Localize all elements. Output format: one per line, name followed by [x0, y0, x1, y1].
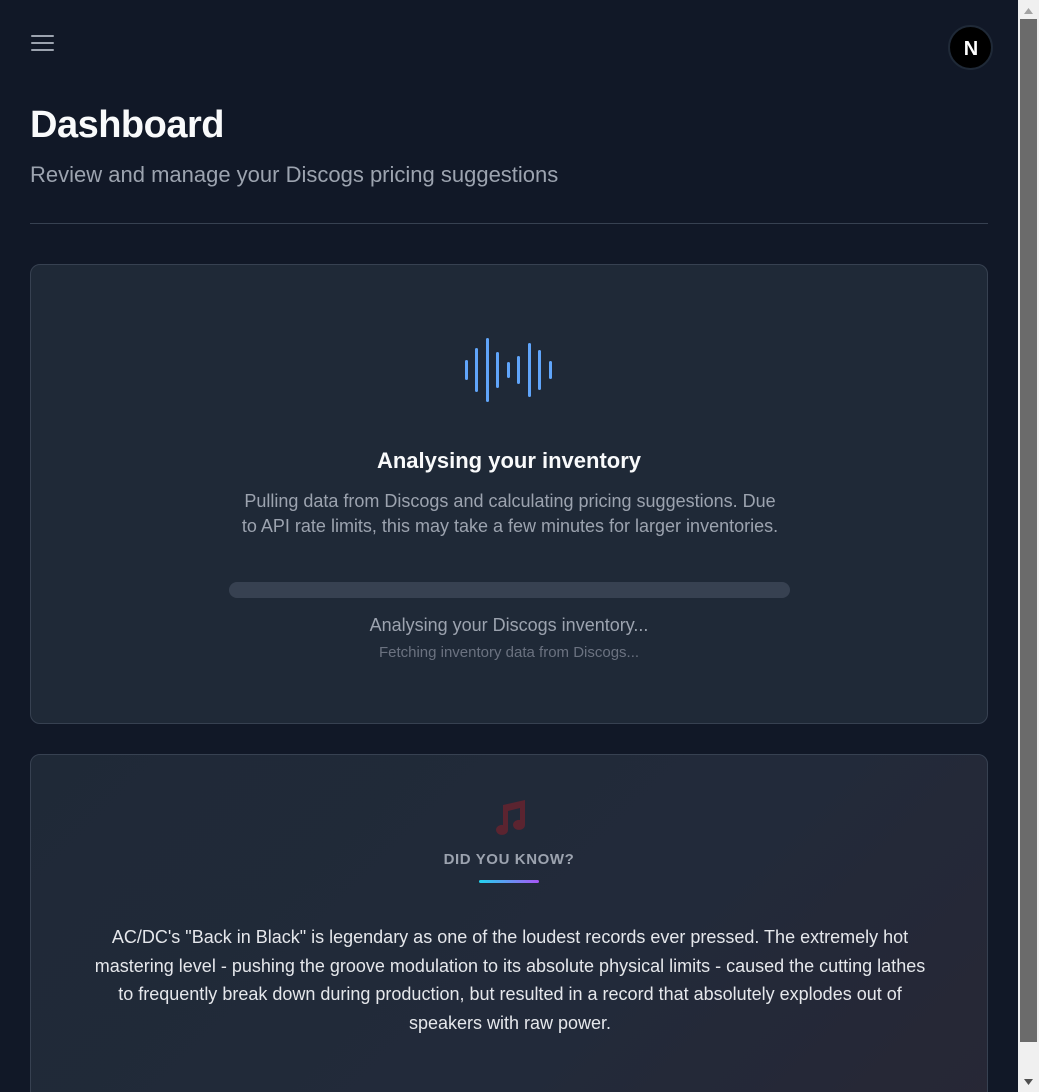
- dashboard-page: N Dashboard Review and manage your Disco…: [0, 0, 1018, 1092]
- vertical-scrollbar[interactable]: [1018, 0, 1039, 1092]
- svg-text:N: N: [963, 38, 977, 60]
- hamburger-icon-line-top: [31, 35, 54, 37]
- fun-fact-text: AC/DC's "Back in Black" is legendary as …: [94, 927, 926, 1033]
- analysis-title: Analysing your inventory: [376, 448, 642, 473]
- page-subtitle: Review and manage your Discogs pricing s…: [30, 162, 559, 187]
- music-note-icon: [496, 800, 525, 835]
- app-window: N Dashboard Review and manage your Disco…: [0, 0, 1039, 1092]
- menu-button[interactable]: [31, 33, 55, 53]
- page-title: Dashboard: [30, 104, 224, 146]
- hamburger-icon-line-bottom: [31, 49, 54, 51]
- header-divider: [30, 223, 988, 224]
- waveform-bar: [538, 350, 541, 390]
- waveform-bar: [465, 360, 468, 380]
- did-you-know-card: DID YOU KNOW? AC/DC's "Back in Black" is…: [30, 754, 988, 1092]
- did-you-know-underline: [479, 880, 539, 883]
- waveform-bar: [528, 343, 531, 397]
- waveform-bar: [507, 362, 510, 378]
- analysis-progress-bar: [229, 582, 790, 598]
- hamburger-icon-line-middle: [31, 42, 54, 44]
- analysis-status: Analysing your Discogs inventory...: [369, 615, 649, 635]
- waveform-bar: [549, 361, 552, 379]
- waveform-bar: [486, 338, 489, 402]
- analysis-description: Pulling data from Discogs and calculatin…: [241, 491, 779, 536]
- waveform-bar: [475, 348, 478, 392]
- audio-waveform-icon: [465, 338, 552, 402]
- user-avatar-button[interactable]: N: [948, 25, 993, 70]
- waveform-bar: [496, 352, 499, 388]
- avatar-logo-icon: N: [963, 38, 977, 60]
- scrollbar-thumb[interactable]: [1020, 19, 1037, 1042]
- analysis-card: Analysing your inventory Pulling data fr…: [30, 264, 988, 724]
- analysis-substatus: Fetching inventory data from Discogs...: [378, 644, 640, 661]
- scroll-up-arrow-icon[interactable]: [1018, 2, 1039, 19]
- scroll-down-arrow-icon[interactable]: [1018, 1073, 1039, 1090]
- waveform-bar: [517, 356, 520, 384]
- did-you-know-label: DID YOU KNOW?: [443, 851, 575, 868]
